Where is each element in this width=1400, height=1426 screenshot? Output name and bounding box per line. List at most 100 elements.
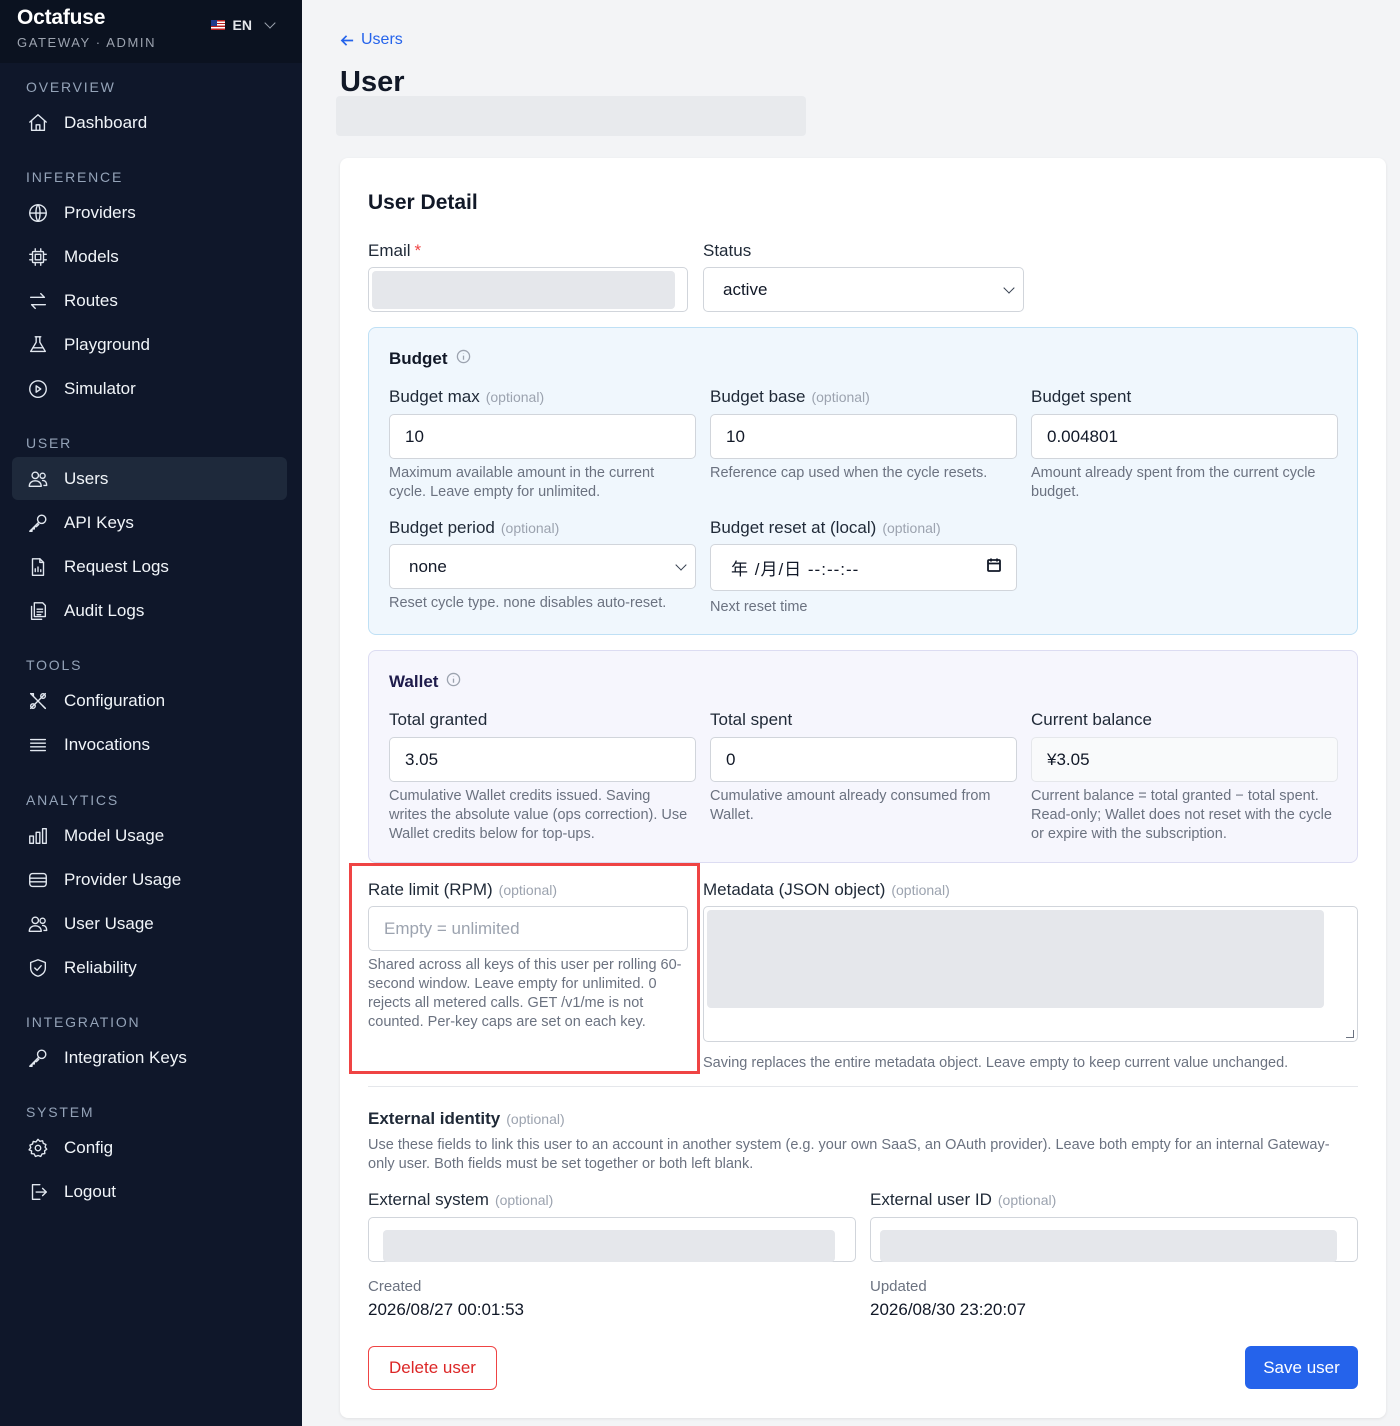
budget-period-help: Reset cycle type. none disables auto-res… (389, 595, 667, 611)
total-spent-input[interactable]: 0 (710, 737, 1017, 782)
external-user-id-label-text: External user ID (870, 1190, 992, 1209)
status-value: active (723, 279, 768, 299)
sidebar-item-configuration[interactable]: Configuration (12, 679, 287, 722)
external-identity-description: Use these fields to link this user to an… (368, 1137, 1330, 1172)
sidebar-item-label: Configuration (64, 690, 166, 710)
required-mark: * (414, 241, 422, 260)
budget-period-select[interactable]: none (389, 544, 696, 589)
budget-spent-label: Budget spent (1031, 387, 1132, 406)
optional-hint: (optional) (997, 1192, 1057, 1208)
total-spent-help: Cumulative amount already consumed from … (710, 788, 991, 823)
language-switcher[interactable]: EN (210, 17, 276, 33)
sidebar-item-playground[interactable]: Playground (12, 323, 287, 366)
sidebar-item-invocations[interactable]: Invocations (12, 723, 287, 766)
budget-base-help: Reference cap used when the cycle resets… (710, 465, 988, 481)
info-icon[interactable] (456, 349, 471, 369)
rate-limit-input[interactable]: Empty = unlimited (368, 906, 688, 951)
gear-icon (26, 1136, 50, 1160)
external-system-input[interactable] (368, 1217, 856, 1262)
redacted-external-system (383, 1229, 835, 1262)
email-field[interactable] (368, 267, 688, 312)
total-granted-input[interactable]: 3.05 (389, 737, 696, 782)
budget-reset-label-text: Budget reset at (local) (710, 518, 877, 537)
sidebar-item-simulator[interactable]: Simulator (12, 367, 287, 410)
external-user-id-label: External user ID (optional) (870, 1190, 1056, 1210)
document-icon (26, 555, 50, 579)
section-inference: INFERENCE (26, 169, 124, 185)
divider (368, 1086, 1358, 1087)
budget-base-input[interactable]: 10 (710, 414, 1017, 459)
budget-base-label-text: Budget base (710, 387, 806, 406)
sidebar-item-logout[interactable]: Logout (12, 1170, 287, 1213)
budget-reset-help: Next reset time (710, 599, 808, 615)
metadata-label: Metadata (JSON object) (optional) (703, 880, 950, 900)
section-user: USER (26, 435, 73, 451)
status-select[interactable]: active (703, 267, 1024, 312)
redacted-metadata (707, 910, 1324, 1008)
chip-icon (26, 245, 50, 269)
sidebar-item-api-keys[interactable]: API Keys (12, 501, 287, 544)
rate-limit-help: Shared across all keys of this user per … (368, 957, 682, 1030)
budget-max-input[interactable]: 10 (389, 414, 696, 459)
save-user-button[interactable]: Save user (1245, 1346, 1358, 1389)
budget-section: Budget Budget max (optional) 10 Maximum a… (368, 327, 1358, 635)
optional-hint: (optional) (498, 882, 558, 898)
metadata-textarea[interactable] (703, 906, 1358, 1042)
budget-spent-input[interactable]: 0.004801 (1031, 414, 1338, 459)
sidebar-item-label: Users (64, 468, 109, 488)
sidebar-item-models[interactable]: Models (12, 235, 287, 278)
key-icon (26, 1046, 50, 1070)
budget-period-label: Budget period (optional) (389, 518, 559, 538)
created-label: Created (368, 1278, 422, 1295)
documents-icon (26, 599, 50, 623)
updated-value: 2026/08/30 23:20:07 (870, 1300, 1026, 1319)
optional-hint: (optional) (506, 1111, 565, 1127)
sidebar-item-integration-keys[interactable]: Integration Keys (12, 1036, 287, 1079)
budget-reset-datetime-input[interactable]: 年 /月/日 --:--:-- (710, 544, 1017, 591)
sidebar-item-users[interactable]: Users (12, 457, 287, 500)
optional-hint: (optional) (494, 1192, 554, 1208)
sidebar-item-routes[interactable]: Routes (12, 279, 287, 322)
budget-title-text: Budget (389, 349, 448, 368)
sidebar-item-providers[interactable]: Providers (12, 191, 287, 234)
flask-icon (26, 333, 50, 357)
back-to-users-link[interactable]: Users (340, 31, 403, 49)
sidebar-item-dashboard[interactable]: Dashboard (12, 101, 287, 144)
us-flag-icon (210, 20, 225, 30)
redacted-external-user-id (880, 1229, 1337, 1262)
status-label: Status (703, 241, 752, 260)
sidebar-item-label: Reliability (64, 957, 137, 977)
sidebar-item-model-usage[interactable]: Model Usage (12, 814, 287, 857)
budget-base-label: Budget base (optional) (710, 387, 870, 407)
updated-label: Updated (870, 1278, 927, 1295)
shield-icon (26, 956, 50, 980)
page-title: User (340, 66, 405, 98)
arrows-icon (26, 289, 50, 313)
list-icon (26, 733, 50, 757)
external-user-id-input[interactable] (870, 1217, 1358, 1262)
budget-max-label-text: Budget max (389, 387, 480, 406)
sidebar-item-provider-usage[interactable]: Provider Usage (12, 858, 287, 901)
calendar-icon[interactable] (986, 557, 1002, 578)
sidebar-item-audit-logs[interactable]: Audit Logs (12, 589, 287, 632)
sidebar-item-config[interactable]: Config (12, 1126, 287, 1169)
sidebar-item-label: User Usage (64, 913, 154, 933)
optional-hint: (optional) (811, 389, 870, 405)
external-identity-title: External identity (optional) (368, 1109, 565, 1129)
sidebar-item-label: Routes (64, 290, 118, 310)
wallet-title: Wallet (389, 672, 461, 692)
tools-icon (26, 689, 50, 713)
info-icon[interactable] (446, 672, 461, 692)
sidebar-item-reliability[interactable]: Reliability (12, 946, 287, 989)
resize-handle-icon[interactable] (1346, 1030, 1354, 1038)
sidebar-item-label: Integration Keys (64, 1047, 187, 1067)
total-spent-label: Total spent (710, 710, 793, 729)
delete-user-button[interactable]: Delete user (368, 1346, 497, 1390)
section-integration: INTEGRATION (26, 1014, 141, 1030)
sidebar-item-user-usage[interactable]: User Usage (12, 902, 287, 945)
budget-max-help: Maximum available amount in the current … (389, 465, 655, 500)
sidebar-item-label: Model Usage (64, 825, 165, 845)
sidebar-item-request-logs[interactable]: Request Logs (12, 545, 287, 588)
section-overview: OVERVIEW (26, 79, 116, 95)
brand-subtitle: GATEWAY · ADMIN (17, 35, 157, 50)
